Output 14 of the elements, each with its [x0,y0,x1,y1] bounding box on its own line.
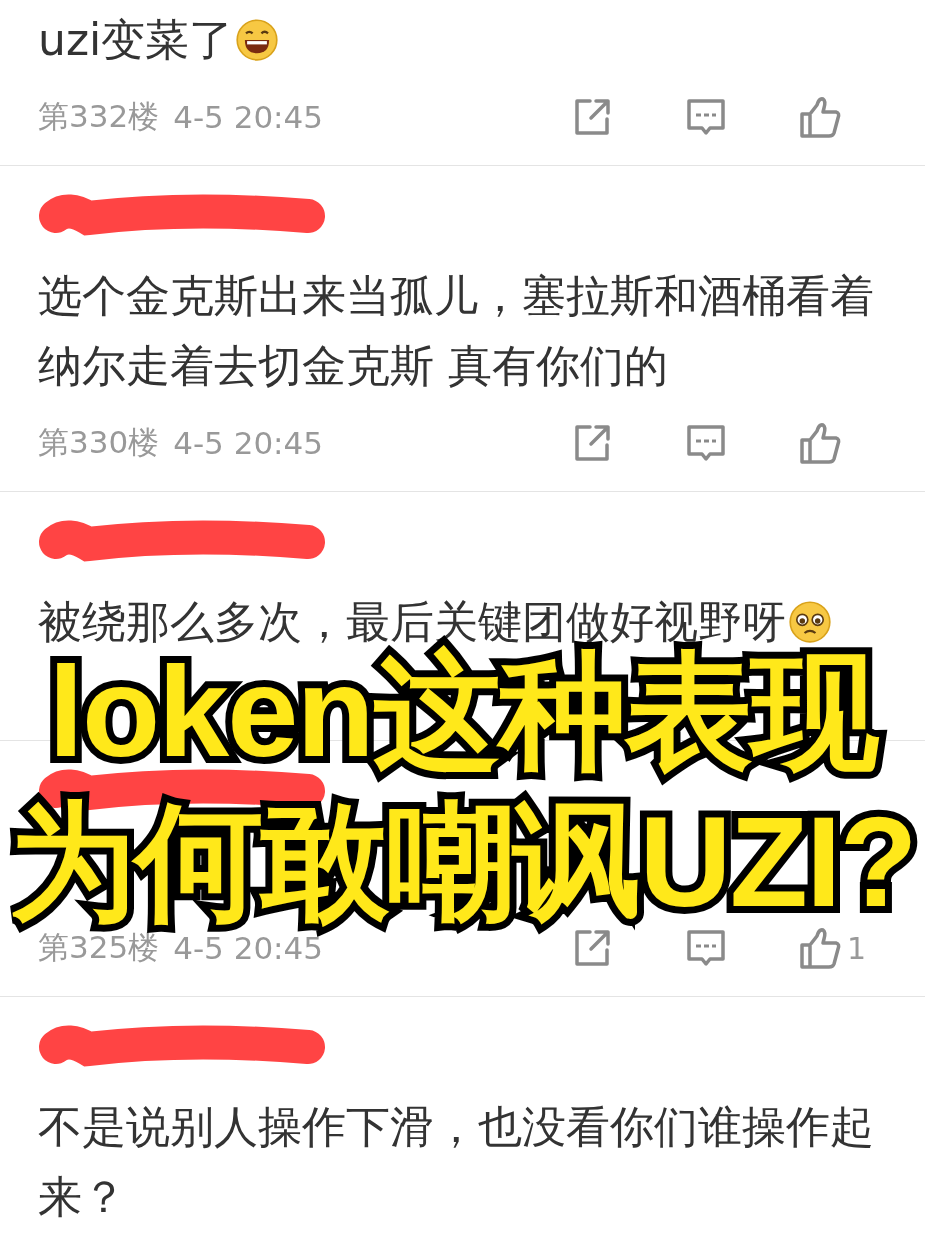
floor-number: 第330楼 [38,423,160,462]
thumbs-up-icon[interactable] [797,420,843,466]
thumbs-up-icon[interactable] [797,94,843,140]
floor-number: 第332楼 [38,97,160,136]
comment-text: 来？ [38,1170,126,1224]
comment-text: uzi变菜了 [38,13,234,67]
comment-text: 不是说别人操作下滑，也没看你们谁操作起 [38,1100,874,1154]
post-time: 4-5 20:45 [173,930,323,966]
thumbs-up-icon[interactable] [797,925,843,971]
post-time: 4-5 20:45 [173,99,323,135]
like-count: 1 [847,930,867,966]
post-time: 4-5 20:45 [173,425,323,461]
comment-text: 选个金克斯出来当孤儿，塞拉斯和酒桶看着 [38,269,874,323]
comment-text: 纳尔走着去切金克斯 真有你们的 [38,339,668,393]
